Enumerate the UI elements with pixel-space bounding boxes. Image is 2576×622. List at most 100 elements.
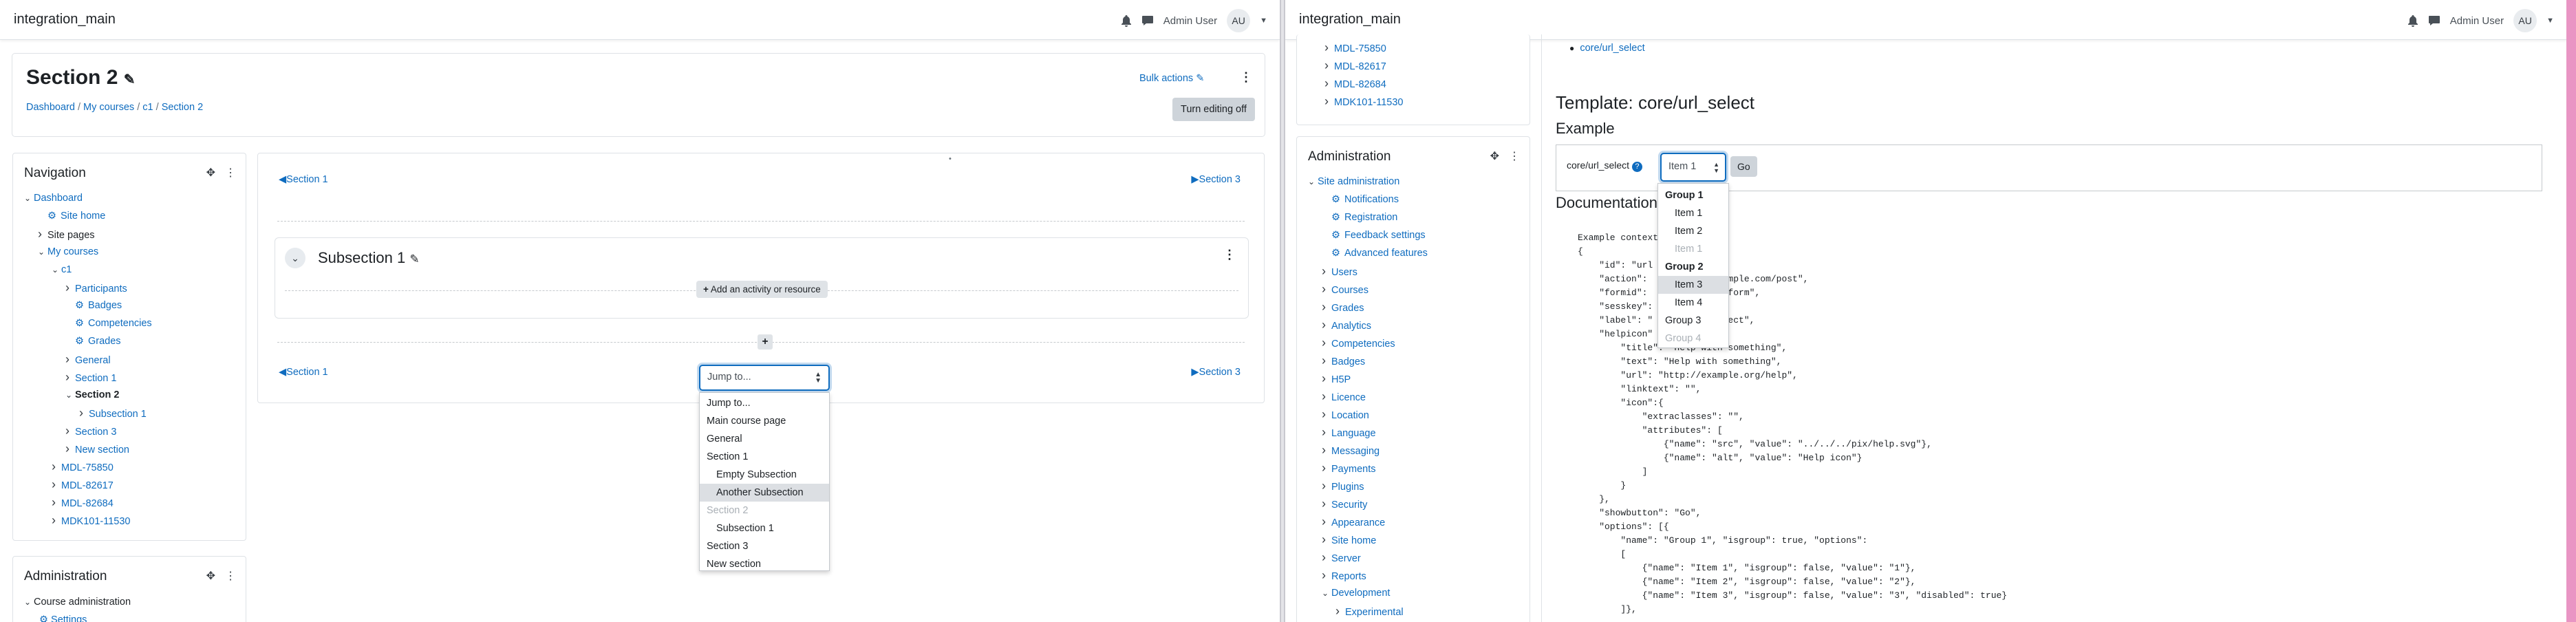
tree-item[interactable]: › Section 1 xyxy=(24,368,152,386)
tree-item[interactable]: › Security xyxy=(1308,495,1428,513)
next-section-link-bottom[interactable]: ▶Section 3 xyxy=(1191,367,1241,378)
help-icon[interactable]: ? xyxy=(1631,162,1642,172)
tree-item[interactable]: ⚙ Advanced features xyxy=(1308,244,1428,262)
tree-item[interactable]: ⚙ Registration xyxy=(1308,208,1428,226)
tree-item[interactable]: › MDL-82617 xyxy=(24,475,152,493)
window-divider[interactable] xyxy=(1280,0,1285,622)
block-menu-icon[interactable]: ⋮ xyxy=(225,569,236,583)
tree-item[interactable]: ⚙ Feedback settings xyxy=(1308,226,1428,244)
chevron-down-icon[interactable]: ▼ xyxy=(2546,17,2554,25)
tree-item[interactable]: › Messaging xyxy=(1308,441,1428,459)
previous-section-link[interactable]: ◀Section 1 xyxy=(279,174,328,185)
dropdown-option[interactable]: Section 3 xyxy=(700,537,829,555)
messages-icon[interactable] xyxy=(1141,15,1154,26)
tree-item[interactable]: › Subsection 1 xyxy=(24,404,152,422)
tree-item[interactable]: ⌄ Section 2 xyxy=(24,386,152,404)
tree-item[interactable]: ⌄ Site administration xyxy=(1308,173,1428,191)
tree-item[interactable]: › Experimental xyxy=(1308,602,1428,620)
avatar[interactable]: AU xyxy=(2513,9,2537,32)
notification-bell-icon[interactable] xyxy=(1121,14,1132,27)
breadcrumb-c1[interactable]: c1 xyxy=(142,102,153,113)
dropdown-option[interactable]: Subsection 1 xyxy=(700,519,829,537)
dropdown-option[interactable]: Jump to... xyxy=(700,394,829,412)
dropdown-option[interactable]: New section xyxy=(700,555,829,573)
block-menu-icon[interactable]: ⋮ xyxy=(225,166,236,180)
collapse-chevron-icon[interactable]: ⌄ xyxy=(285,248,305,268)
tree-item[interactable]: › MDL-82684 xyxy=(1324,74,1404,92)
tree-item[interactable]: › Server xyxy=(1308,548,1428,566)
dropdown-option[interactable]: Item 1 xyxy=(1658,204,1728,222)
settings-item[interactable]: ⚙ Settings xyxy=(39,614,87,622)
previous-section-link-bottom[interactable]: ◀Section 1 xyxy=(279,367,328,378)
dropdown-option[interactable]: Item 4 xyxy=(1658,294,1728,312)
tree-item[interactable]: ⌄ c1 xyxy=(24,261,152,279)
tree-item[interactable]: › MDK101-11530 xyxy=(1324,92,1404,110)
move-icon[interactable]: ✥ xyxy=(206,569,215,583)
turn-editing-off-button[interactable]: Turn editing off xyxy=(1172,98,1255,121)
dropdown-option[interactable]: Group 1 xyxy=(1658,186,1728,204)
dropdown-option[interactable]: General xyxy=(700,430,829,448)
tree-item[interactable]: › Competencies xyxy=(1308,334,1428,352)
tree-item[interactable]: ⚙ Notifications xyxy=(1308,191,1428,208)
tree-item[interactable]: › Analytics xyxy=(1308,316,1428,334)
tree-item[interactable]: › MDK101-11530 xyxy=(24,511,152,529)
notification-bell-icon[interactable] xyxy=(2407,14,2418,27)
tree-item[interactable]: › MDL-75850 xyxy=(24,458,152,475)
tree-item[interactable]: ⌄ Dashboard xyxy=(24,189,152,207)
go-button[interactable]: Go xyxy=(1730,156,1757,177)
tree-item[interactable]: › Language xyxy=(1308,423,1428,441)
core-url-select-link[interactable]: core/url_select xyxy=(1580,43,1644,54)
breadcrumb-my-courses[interactable]: My courses xyxy=(83,102,134,113)
tree-item[interactable]: › Site pages xyxy=(24,225,152,243)
tree-item[interactable]: › Participants xyxy=(24,279,152,297)
tree-item[interactable]: › Payments xyxy=(1308,459,1428,477)
site-brand[interactable]: integration_main xyxy=(14,12,116,28)
user-name[interactable]: Admin User xyxy=(1163,15,1217,27)
dropdown-option[interactable]: Section 1 xyxy=(700,448,829,466)
url-select[interactable]: Item 1 ▲ ▼ xyxy=(1660,153,1726,182)
kebab-menu-icon[interactable]: ⋮ xyxy=(1240,70,1252,85)
dropdown-option[interactable]: Group 2 xyxy=(1658,258,1728,276)
tree-item[interactable]: › Licence xyxy=(1308,387,1428,405)
dropdown-option[interactable]: Another Subsection xyxy=(700,484,829,502)
avatar[interactable]: AU xyxy=(1227,9,1251,32)
tree-item[interactable]: › H5P xyxy=(1308,369,1428,387)
edit-pencil-icon[interactable]: ✎ xyxy=(124,72,136,87)
tree-item[interactable]: › Section 3 xyxy=(24,422,152,440)
tree-item[interactable]: › Location xyxy=(1308,405,1428,423)
tree-item[interactable]: ⌄ Development xyxy=(1308,584,1428,602)
add-activity-button[interactable]: + Add an activity or resource xyxy=(696,281,828,298)
move-icon[interactable]: ✥ xyxy=(206,166,215,180)
tree-item[interactable]: › Plugins xyxy=(1308,477,1428,495)
tree-item[interactable]: › Site home xyxy=(1308,530,1428,548)
course-administration-item[interactable]: ⌄ Course administration xyxy=(24,597,131,608)
add-section-button[interactable]: + xyxy=(758,334,773,350)
move-icon[interactable]: ✥ xyxy=(1490,149,1499,163)
dropdown-option[interactable]: Main course page xyxy=(700,412,829,430)
drag-handle[interactable]: • xyxy=(949,155,952,163)
tree-item[interactable]: › Appearance xyxy=(1308,513,1428,530)
breadcrumb-section-2[interactable]: Section 2 xyxy=(162,102,203,113)
next-section-link[interactable]: ▶Section 3 xyxy=(1191,174,1241,185)
tree-item[interactable]: › MDL-82684 xyxy=(24,493,152,511)
dropdown-option[interactable]: Item 3 xyxy=(1658,276,1728,294)
tree-item[interactable]: › General xyxy=(24,350,152,368)
tree-item[interactable]: › New section xyxy=(24,440,152,458)
dropdown-option[interactable]: Item 2 xyxy=(1658,222,1728,240)
tree-item[interactable]: ⚙ Competencies xyxy=(24,314,152,332)
subsection-menu-icon[interactable]: ⋮ xyxy=(1223,248,1236,262)
tree-item[interactable]: ⌄ My courses xyxy=(24,243,152,261)
chevron-down-icon[interactable]: ▼ xyxy=(1260,17,1267,25)
site-brand[interactable]: integration_main xyxy=(1299,12,1401,28)
tree-item[interactable]: › MDL-75850 xyxy=(1324,39,1404,56)
bulk-actions-link[interactable]: Bulk actions ✎ xyxy=(1139,73,1204,84)
block-menu-icon[interactable]: ⋮ xyxy=(1509,149,1520,163)
dropdown-option[interactable]: Group 3 xyxy=(1658,312,1728,330)
tree-item[interactable]: › Courses xyxy=(1308,280,1428,298)
edit-pencil-icon[interactable]: ✎ xyxy=(409,253,419,266)
tree-item[interactable]: › Badges xyxy=(1308,352,1428,369)
dropdown-option[interactable]: Empty Subsection xyxy=(700,466,829,484)
tree-item[interactable]: › Reports xyxy=(1308,566,1428,584)
user-name[interactable]: Admin User xyxy=(2450,15,2504,27)
tree-item[interactable]: ⚙ Grades xyxy=(24,332,152,350)
